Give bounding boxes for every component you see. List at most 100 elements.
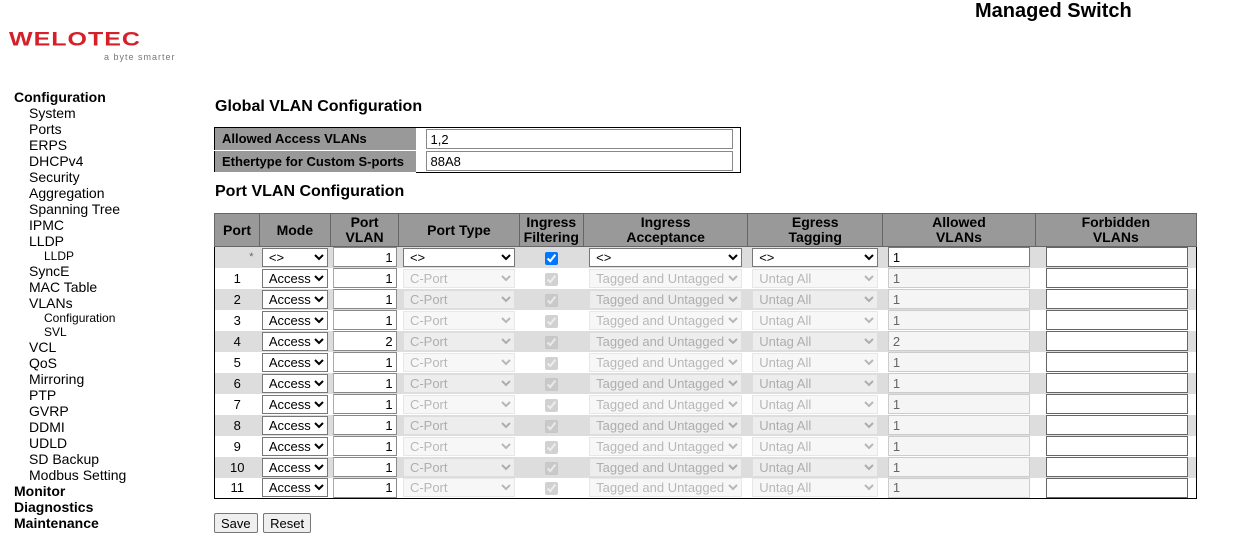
ingress-filtering-checkbox[interactable]: [544, 377, 558, 391]
nav-config-item3-0[interactable]: VCL: [14, 339, 126, 355]
egress-tagging-select[interactable]: Untag All: [752, 310, 879, 330]
ingress-acceptance-select[interactable]: Tagged and Untagged: [589, 478, 743, 498]
forbidden-vlans-input[interactable]: [1046, 310, 1188, 330]
forbidden-vlans-input[interactable]: [1046, 331, 1188, 351]
egress-tagging-select[interactable]: Untag All: [752, 289, 879, 309]
nav-config-item-5[interactable]: Aggregation: [14, 185, 126, 201]
ingress-filtering-checkbox[interactable]: [544, 293, 558, 307]
port-type-select[interactable]: C-Port: [402, 352, 515, 372]
nav-config-item3-4[interactable]: GVRP: [14, 403, 126, 419]
nav-config-item-6[interactable]: Spanning Tree: [14, 201, 126, 217]
nav-config-item-1[interactable]: Ports: [14, 121, 126, 137]
ingress-acceptance-select[interactable]: Tagged and Untagged: [589, 394, 743, 414]
port-vlan-input[interactable]: [332, 436, 397, 456]
allowed-vlans-input[interactable]: [887, 268, 1030, 288]
port-vlan-input[interactable]: [332, 247, 397, 268]
port-vlan-input[interactable]: [332, 268, 397, 288]
port-vlan-input[interactable]: [332, 477, 397, 498]
ingress-filtering-checkbox[interactable]: [544, 440, 558, 454]
nav-config-item-7[interactable]: IPMC: [14, 217, 126, 233]
egress-tagging-select[interactable]: Untag All: [752, 394, 879, 414]
mode-select[interactable]: Access: [261, 457, 328, 477]
nav-diagnostics[interactable]: Diagnostics: [14, 499, 126, 515]
ingress-filtering-checkbox[interactable]: [544, 482, 558, 496]
allowed-vlans-input[interactable]: [887, 310, 1030, 330]
ingress-acceptance-select[interactable]: Tagged and Untagged: [589, 436, 743, 456]
nav-lldp-sub[interactable]: LLDP: [14, 249, 126, 263]
port-type-select[interactable]: C-Port: [402, 331, 515, 351]
mode-select[interactable]: Access: [261, 415, 328, 435]
mode-select[interactable]: Access: [261, 373, 328, 393]
port-type-select[interactable]: <>: [402, 247, 515, 267]
allowed-access-vlans-input[interactable]: [425, 129, 733, 149]
port-type-select[interactable]: C-Port: [402, 268, 515, 288]
nav-monitor[interactable]: Monitor: [14, 483, 126, 499]
egress-tagging-select[interactable]: Untag All: [752, 478, 879, 498]
nav-config-item-8[interactable]: LLDP: [14, 233, 126, 249]
egress-tagging-select[interactable]: Untag All: [752, 331, 879, 351]
port-vlan-input[interactable]: [332, 457, 397, 477]
nav-config-item3-1[interactable]: QoS: [14, 355, 126, 371]
allowed-vlans-input[interactable]: [887, 331, 1030, 351]
mode-select[interactable]: Access: [261, 331, 328, 351]
nav-config-item2-1[interactable]: MAC Table: [14, 279, 126, 295]
egress-tagging-select[interactable]: <>: [752, 247, 879, 267]
ingress-acceptance-select[interactable]: Tagged and Untagged: [589, 268, 743, 288]
mode-select[interactable]: Access: [261, 352, 328, 372]
port-type-select[interactable]: C-Port: [402, 310, 515, 330]
ingress-filtering-checkbox[interactable]: [544, 461, 558, 475]
ingress-filtering-checkbox[interactable]: [544, 272, 558, 286]
nav-config-item3-7[interactable]: SD Backup: [14, 451, 126, 467]
nav-config-item3-5[interactable]: DDMI: [14, 419, 126, 435]
nav-config-item3-2[interactable]: Mirroring: [14, 371, 126, 387]
allowed-vlans-input[interactable]: [887, 352, 1030, 372]
mode-select[interactable]: Access: [261, 436, 328, 456]
ingress-filtering-checkbox[interactable]: [544, 356, 558, 370]
save-button[interactable]: Save: [214, 513, 258, 533]
nav-config-item-2[interactable]: ERPS: [14, 137, 126, 153]
mode-select[interactable]: Access: [261, 478, 328, 498]
mode-select[interactable]: Access: [261, 289, 328, 309]
nav-maintenance[interactable]: Maintenance: [14, 515, 126, 531]
ingress-filtering-checkbox[interactable]: [544, 419, 558, 433]
forbidden-vlans-input[interactable]: [1046, 247, 1188, 268]
egress-tagging-select[interactable]: Untag All: [752, 373, 879, 393]
port-type-select[interactable]: C-Port: [402, 457, 515, 477]
nav-config-item3-6[interactable]: UDLD: [14, 435, 126, 451]
port-type-select[interactable]: C-Port: [402, 436, 515, 456]
forbidden-vlans-input[interactable]: [1046, 268, 1188, 288]
port-type-select[interactable]: C-Port: [402, 373, 515, 393]
allowed-vlans-input[interactable]: [887, 394, 1030, 414]
forbidden-vlans-input[interactable]: [1046, 373, 1188, 393]
ingress-acceptance-select[interactable]: <>: [589, 247, 743, 267]
forbidden-vlans-input[interactable]: [1046, 436, 1188, 456]
nav-vlans-sub-1[interactable]: SVL: [14, 325, 126, 339]
allowed-vlans-input[interactable]: [887, 373, 1030, 393]
ingress-acceptance-select[interactable]: Tagged and Untagged: [589, 373, 743, 393]
ingress-acceptance-select[interactable]: Tagged and Untagged: [589, 352, 743, 372]
mode-select[interactable]: Access: [261, 310, 328, 330]
mode-select[interactable]: Access: [261, 268, 328, 288]
ingress-filtering-checkbox[interactable]: [544, 314, 558, 328]
ingress-acceptance-select[interactable]: Tagged and Untagged: [589, 457, 743, 477]
forbidden-vlans-input[interactable]: [1046, 415, 1188, 435]
nav-config-item3-3[interactable]: PTP: [14, 387, 126, 403]
nav-configuration[interactable]: Configuration: [14, 89, 126, 105]
port-vlan-input[interactable]: [332, 352, 397, 372]
ingress-acceptance-select[interactable]: Tagged and Untagged: [589, 289, 743, 309]
ingress-filtering-checkbox[interactable]: [544, 251, 558, 265]
port-type-select[interactable]: C-Port: [402, 394, 515, 414]
mode-select[interactable]: Access: [261, 394, 328, 414]
port-vlan-input[interactable]: [332, 415, 397, 435]
egress-tagging-select[interactable]: Untag All: [752, 436, 879, 456]
ingress-filtering-checkbox[interactable]: [544, 398, 558, 412]
egress-tagging-select[interactable]: Untag All: [752, 415, 879, 435]
port-type-select[interactable]: C-Port: [402, 478, 515, 498]
allowed-vlans-input[interactable]: [887, 477, 1030, 498]
egress-tagging-select[interactable]: Untag All: [752, 457, 879, 477]
allowed-vlans-input[interactable]: [887, 457, 1030, 477]
port-vlan-input[interactable]: [332, 331, 397, 351]
port-type-select[interactable]: C-Port: [402, 415, 515, 435]
nav-vlans-sub-0[interactable]: Configuration: [14, 311, 126, 325]
forbidden-vlans-input[interactable]: [1046, 394, 1188, 414]
